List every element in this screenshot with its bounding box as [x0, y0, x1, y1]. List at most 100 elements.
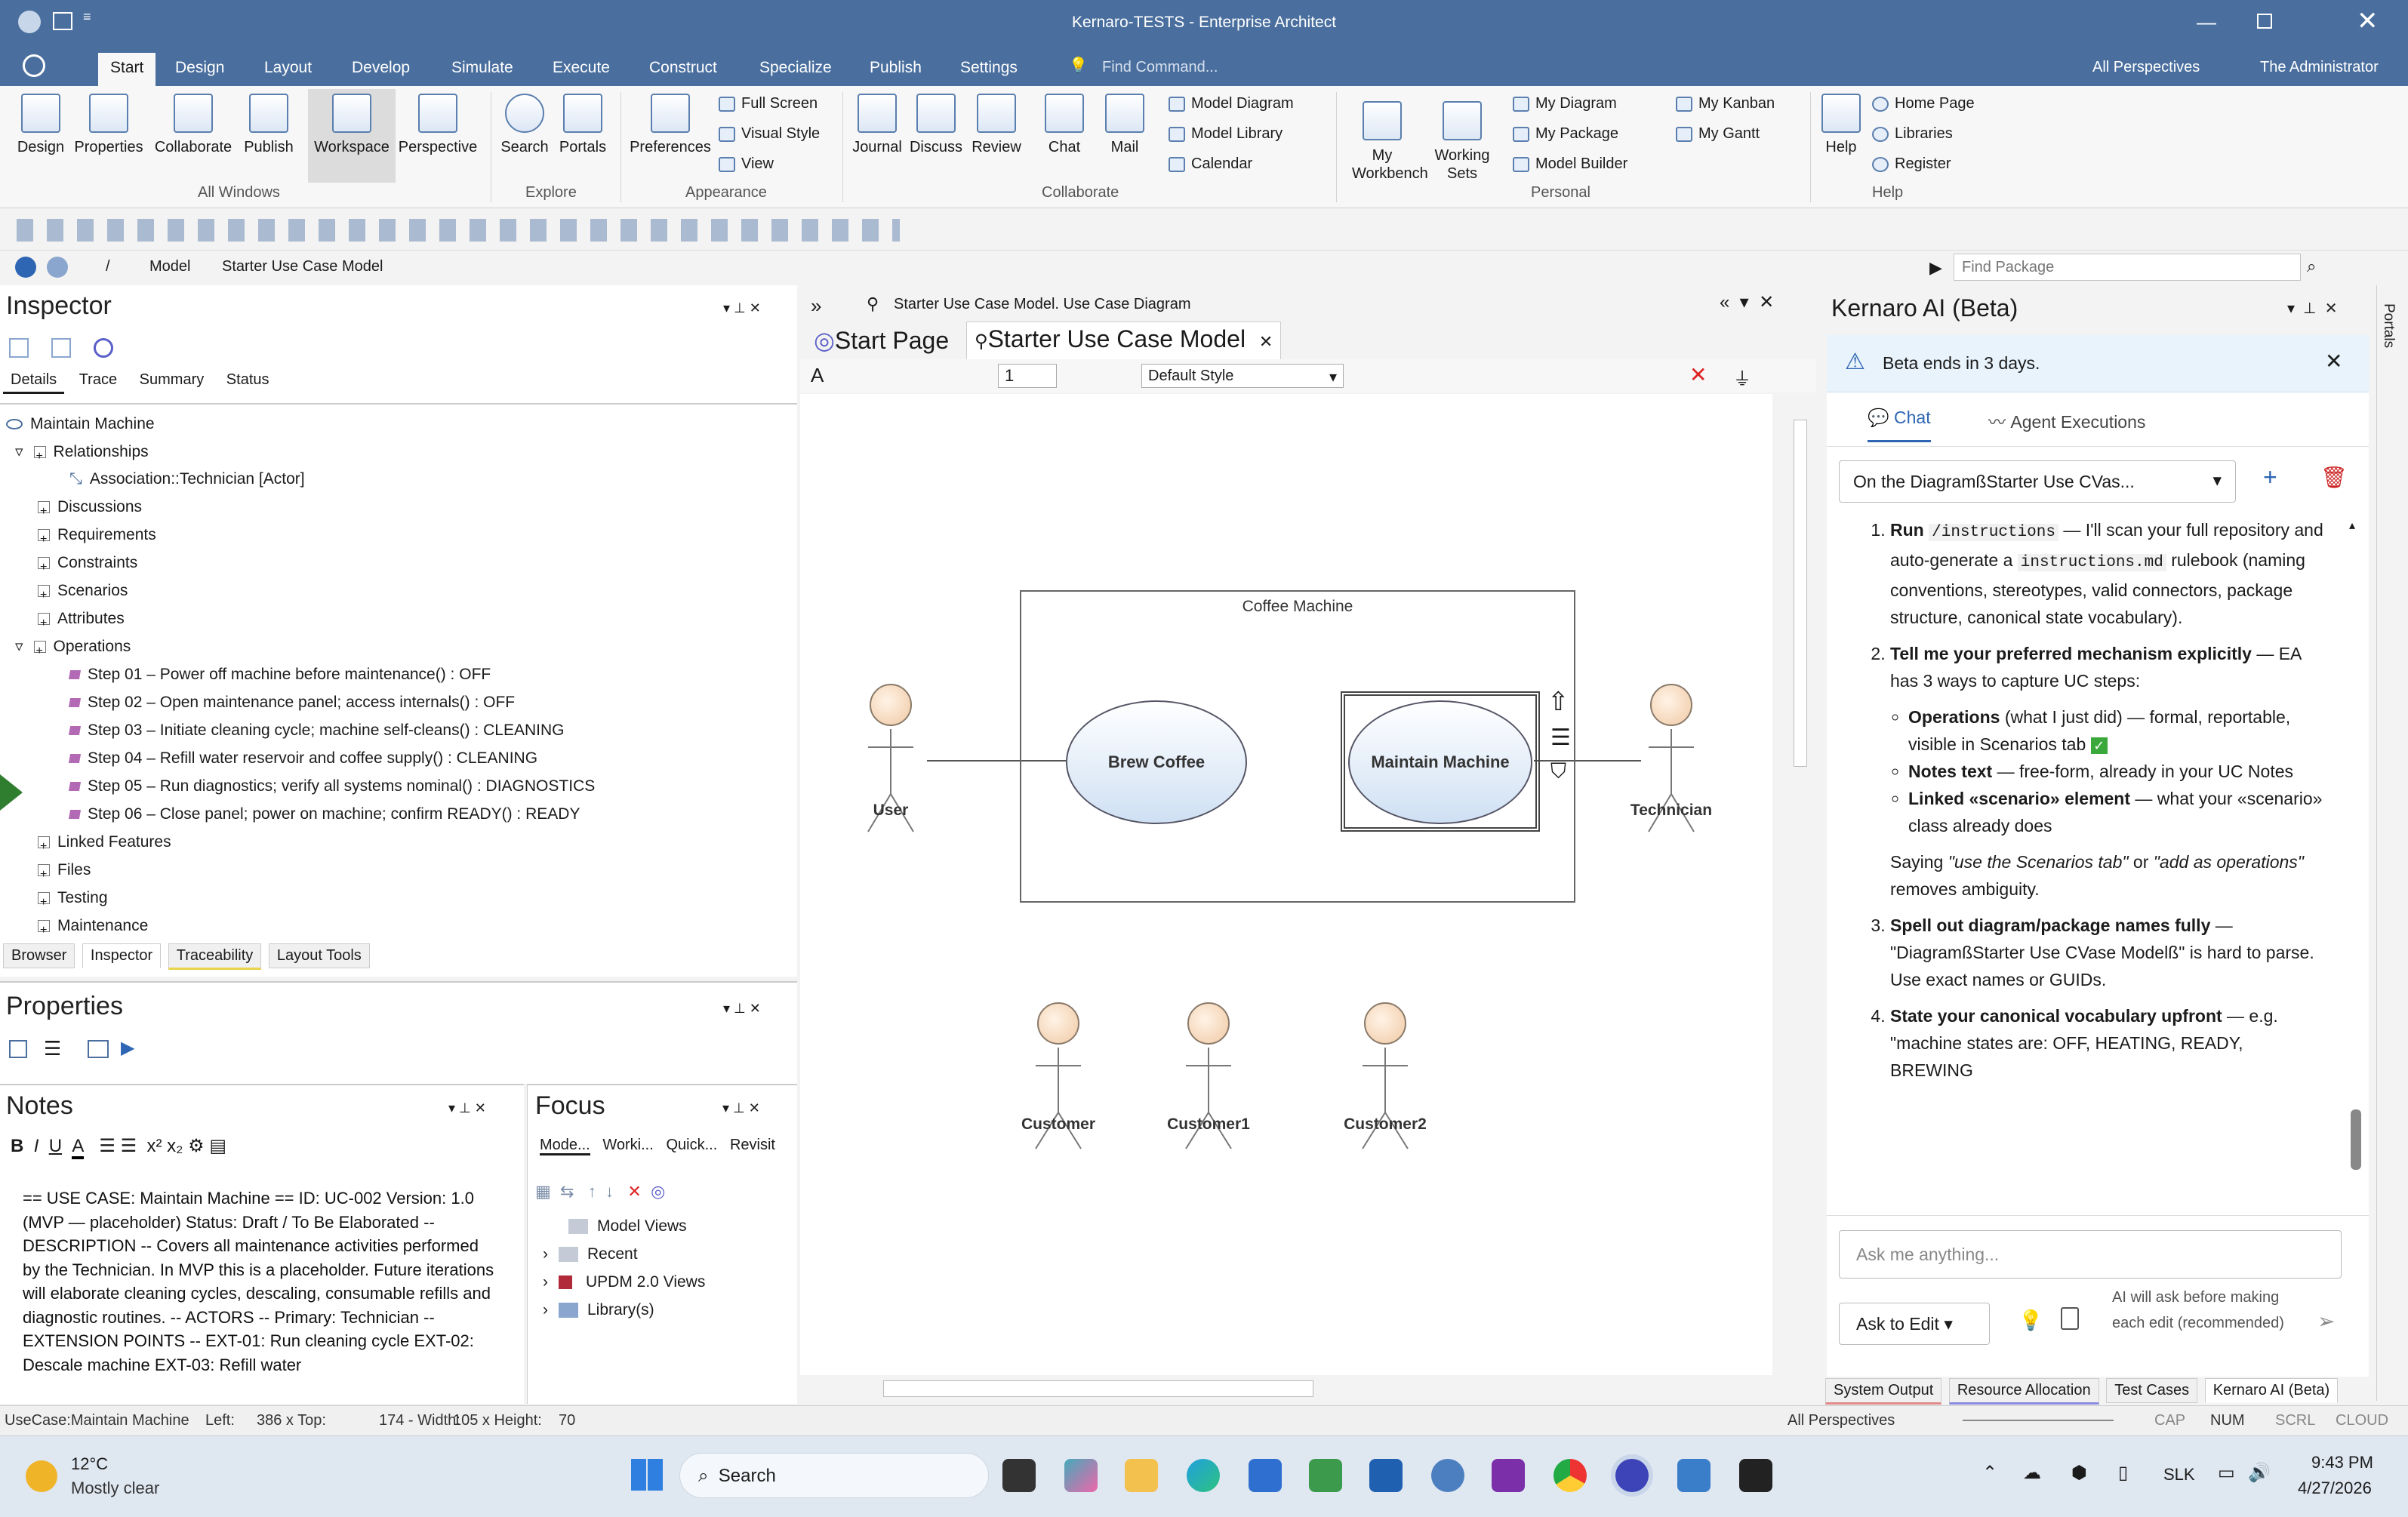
scroll-thumb[interactable] [883, 1380, 1313, 1397]
tab-revisit[interactable]: Revisit [730, 1137, 775, 1153]
bullet-list-icon[interactable]: ☰ [99, 1136, 115, 1156]
search-button[interactable]: Search [497, 94, 553, 156]
focus-tool-icon[interactable]: ▦ [535, 1182, 551, 1201]
breadcrumb-model[interactable]: Model [149, 258, 190, 275]
use-case-brew-coffee[interactable]: Brew Coffee [1066, 700, 1247, 824]
app-icon[interactable] [1677, 1459, 1711, 1492]
actor-technician-head[interactable] [1650, 684, 1692, 726]
chat-scrollbar[interactable]: ▴ [2349, 518, 2363, 1170]
review-button[interactable]: Review [966, 94, 1027, 156]
actor-customer-head[interactable] [1037, 1002, 1079, 1045]
tab-publish[interactable]: Publish [858, 56, 934, 80]
my-diagram-button[interactable]: My Diagram [1513, 95, 1617, 112]
windows-start-icon[interactable] [631, 1459, 663, 1491]
search-icon[interactable]: ⌕ [2307, 257, 2316, 276]
battery-icon[interactable]: ▯ [2118, 1462, 2128, 1484]
expand-icon[interactable]: ▿ [15, 638, 23, 655]
perspectives-button[interactable]: All Perspectives [2092, 59, 2200, 76]
operation-item[interactable]: Step 06 – Close panel; power on machine;… [68, 800, 580, 828]
tree-files[interactable]: Files [38, 856, 91, 888]
register-button[interactable]: Register [1872, 155, 1951, 173]
send-icon[interactable]: ➢ [2317, 1309, 2335, 1334]
chat-button[interactable]: Chat [1037, 94, 1092, 156]
clock-date[interactable]: 4/27/2026 [2298, 1479, 2372, 1498]
lightbulb-icon[interactable]: 💡 [2018, 1309, 2043, 1332]
tab-start[interactable]: Start [98, 53, 156, 88]
journal-button[interactable]: Journal [848, 94, 906, 156]
chrome-icon[interactable] [1553, 1459, 1587, 1492]
model-diagram-button[interactable]: Model Diagram [1169, 95, 1294, 112]
scroll-up-icon[interactable]: ▴ [2349, 518, 2355, 533]
model-library-button[interactable]: Model Library [1169, 125, 1283, 143]
calendar-button[interactable]: Calendar [1169, 155, 1252, 173]
mode-select[interactable]: Ask to Edit ▾ [1839, 1303, 1990, 1345]
weather-icon[interactable] [26, 1460, 57, 1492]
operation-item[interactable]: Step 04 – Refill water reservoir and cof… [68, 744, 537, 772]
file-explorer-icon[interactable] [1125, 1459, 1158, 1492]
tab-settings[interactable]: Settings [948, 56, 1030, 80]
save-icon[interactable] [9, 1040, 27, 1058]
copilot-icon[interactable] [1064, 1459, 1098, 1492]
minimize-button[interactable]: — [2197, 11, 2216, 34]
arrow-up-icon[interactable]: ↑ [588, 1182, 596, 1201]
find-package-input[interactable]: Find Package [1954, 254, 2301, 281]
app-icon[interactable] [1431, 1459, 1464, 1492]
play-icon[interactable]: ▶ [121, 1037, 134, 1059]
forward-icon[interactable] [47, 257, 68, 278]
copy-icon[interactable] [2061, 1307, 2079, 1330]
operation-item[interactable]: Step 01 – Power off machine before maint… [68, 660, 491, 688]
tab-diagram[interactable]: ⚲Starter Use Case Model ✕ [966, 322, 1282, 359]
network-icon[interactable]: ▭ [2218, 1462, 2235, 1484]
tree-testing[interactable]: Testing [38, 884, 108, 916]
app-icon[interactable] [1369, 1459, 1403, 1492]
tab-working[interactable]: Worki... [602, 1137, 653, 1153]
zoom-slider[interactable] [1963, 1420, 2114, 1421]
panel-controls-icon[interactable]: ▾ ⊥ ✕ [448, 1100, 486, 1116]
expand-icon[interactable]: ▿ [15, 443, 23, 460]
tab-resource-allocation[interactable]: Resource Allocation [1948, 1378, 2099, 1405]
tree-constraints[interactable]: Constraints [38, 549, 137, 581]
new-conversation-button[interactable]: + [2263, 463, 2277, 491]
numbered-list-icon[interactable]: ☰ [121, 1136, 137, 1156]
toolbar-icons[interactable] [17, 219, 900, 242]
italic-button[interactable]: I [34, 1136, 39, 1156]
preferences-button[interactable]: Preferences [627, 94, 714, 156]
tree-requirements[interactable]: Requirements [38, 521, 156, 553]
maximize-button[interactable] [2257, 14, 2272, 29]
operation-item[interactable]: Step 05 – Run diagnostics; verify all sy… [68, 772, 595, 800]
close-banner-button[interactable]: ✕ [2325, 349, 2342, 374]
tab-agent-executions[interactable]: 〰 Agent Executions [1988, 408, 2145, 433]
visual-style-button[interactable]: Visual Style [719, 125, 820, 143]
actor-user-head[interactable] [870, 684, 912, 726]
tree-scenarios[interactable]: Scenarios [38, 577, 128, 609]
tab-quick[interactable]: Quick... [666, 1137, 717, 1153]
style-select[interactable]: Default Style ▾ [1141, 364, 1344, 388]
clock-time[interactable]: 9:43 PM [2311, 1453, 2373, 1472]
discuss-button[interactable]: Discuss [906, 94, 966, 156]
tab-test-cases[interactable]: Test Cases [2106, 1378, 2198, 1403]
panel-controls-icon[interactable]: ▾ ⊥ ✕ [722, 1100, 760, 1116]
inspector-tool-icon[interactable] [9, 338, 29, 358]
tab-inspector[interactable]: Inspector [82, 943, 162, 968]
focus-item[interactable]: Model Views [568, 1212, 705, 1240]
workspace-button[interactable]: Workspace [308, 89, 396, 183]
tab-status[interactable]: Status [219, 368, 277, 392]
focus-item[interactable]: › Library(s) [543, 1296, 705, 1324]
tree-relationships[interactable]: ▿Relationships [15, 438, 149, 470]
tab-kernaro-ai[interactable]: Kernaro AI (Beta) [2204, 1378, 2339, 1403]
language-indicator[interactable]: SLK [2163, 1465, 2195, 1485]
tree-linked-features[interactable]: Linked Features [38, 828, 171, 860]
my-package-button[interactable]: My Package [1513, 125, 1618, 143]
ai-input[interactable]: Ask me anything... [1839, 1230, 2342, 1279]
home-page-button[interactable]: Home Page [1872, 95, 1975, 112]
tab-execute[interactable]: Execute [540, 56, 622, 80]
back-icon[interactable] [15, 257, 36, 278]
tree-attributes[interactable]: Attributes [38, 605, 125, 637]
bold-button[interactable]: B [11, 1136, 23, 1156]
onedrive-icon[interactable]: ☁ [2023, 1462, 2041, 1484]
breadcrumb-package[interactable]: Starter Use Case Model [222, 258, 383, 275]
inspector-tool-icon[interactable] [51, 338, 71, 358]
design-button[interactable]: Design [12, 94, 69, 156]
spellcheck-icon[interactable]: ⚙ [188, 1136, 205, 1156]
filter-icon[interactable]: ⏚ [1733, 364, 1751, 390]
